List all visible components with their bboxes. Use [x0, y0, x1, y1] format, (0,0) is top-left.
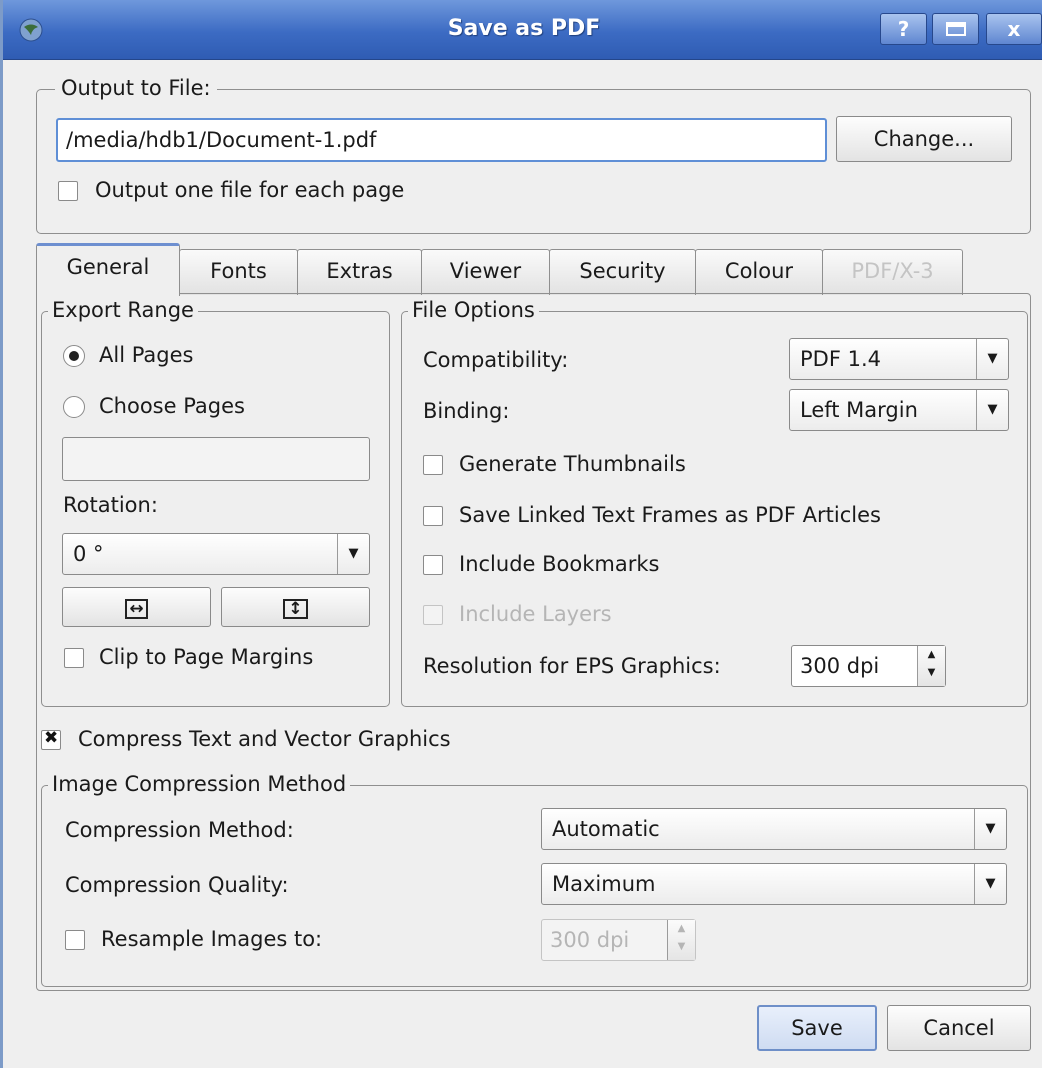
- choose-pages-label[interactable]: Choose Pages: [99, 394, 245, 418]
- chevron-down-icon: ▼: [974, 864, 1006, 904]
- maximize-button[interactable]: [932, 13, 979, 45]
- close-icon: x: [1007, 17, 1021, 41]
- chevron-down-icon: ▼: [974, 809, 1006, 849]
- tab-viewer[interactable]: Viewer: [421, 249, 550, 295]
- output-to-file-title: Output to File:: [55, 76, 217, 100]
- clip-margins-checkbox[interactable]: [64, 648, 84, 668]
- spin-arrows-icon: ▲ ▼: [667, 920, 695, 960]
- flip-vertical-button[interactable]: ↕: [221, 587, 370, 627]
- binding-select[interactable]: Left Margin ▼: [789, 389, 1009, 431]
- compress-label[interactable]: Compress Text and Vector Graphics: [78, 727, 451, 751]
- resample-checkbox[interactable]: [65, 930, 85, 950]
- all-pages-label[interactable]: All Pages: [99, 343, 194, 367]
- help-icon: ?: [897, 17, 910, 41]
- all-pages-radio[interactable]: [63, 345, 85, 367]
- compatibility-label: Compatibility:: [423, 348, 569, 372]
- flip-horizontal-icon: ↔: [125, 599, 148, 619]
- change-button[interactable]: Change...: [836, 116, 1012, 162]
- bookmarks-label[interactable]: Include Bookmarks: [459, 552, 659, 576]
- compression-quality-label: Compression Quality:: [65, 873, 289, 897]
- resample-label[interactable]: Resample Images to:: [101, 927, 322, 951]
- tab-extras[interactable]: Extras: [297, 249, 422, 295]
- clip-margins-label[interactable]: Clip to Page Margins: [99, 645, 313, 669]
- close-button[interactable]: x: [986, 13, 1042, 45]
- tab-general[interactable]: General: [36, 243, 180, 296]
- choose-pages-radio[interactable]: [63, 396, 85, 418]
- export-range-title: Export Range: [48, 298, 198, 322]
- cancel-button[interactable]: Cancel: [887, 1005, 1031, 1051]
- maximize-icon: [945, 22, 966, 36]
- tab-colour[interactable]: Colour: [695, 249, 823, 295]
- eps-resolution-spinbox[interactable]: 300 dpi ▲ ▼: [791, 645, 946, 687]
- compression-method-select[interactable]: Automatic ▼: [541, 808, 1007, 850]
- chevron-down-icon: ▼: [976, 339, 1008, 379]
- chevron-down-icon: ▼: [976, 390, 1008, 430]
- title-bar[interactable]: Save as PDF ? x: [3, 0, 1042, 60]
- bookmarks-checkbox[interactable]: [423, 555, 443, 575]
- rotation-label: Rotation:: [63, 493, 158, 517]
- resample-spinbox: 300 dpi ▲ ▼: [541, 919, 696, 961]
- rotation-select[interactable]: 0 ° ▼: [62, 533, 370, 575]
- output-one-file-label[interactable]: Output one file for each page: [95, 178, 404, 202]
- compression-quality-select[interactable]: Maximum ▼: [541, 863, 1007, 905]
- thumbnails-label[interactable]: Generate Thumbnails: [459, 452, 686, 476]
- linked-frames-checkbox[interactable]: [423, 506, 443, 526]
- thumbnails-checkbox[interactable]: [423, 455, 443, 475]
- layers-label: Include Layers: [459, 602, 612, 626]
- spin-arrows-icon[interactable]: ▲ ▼: [917, 646, 945, 686]
- binding-label: Binding:: [423, 399, 510, 423]
- image-compression-title: Image Compression Method: [48, 772, 351, 796]
- tab-fonts[interactable]: Fonts: [179, 249, 298, 295]
- tab-security[interactable]: Security: [549, 249, 696, 295]
- compatibility-select[interactable]: PDF 1.4 ▼: [789, 338, 1009, 380]
- save-button[interactable]: Save: [757, 1005, 877, 1051]
- eps-resolution-label: Resolution for EPS Graphics:: [423, 654, 721, 678]
- flip-horizontal-button[interactable]: ↔: [62, 587, 211, 627]
- file-options-title: File Options: [408, 298, 539, 322]
- layers-checkbox: [423, 605, 443, 625]
- compress-checkbox[interactable]: [41, 728, 61, 750]
- pages-input[interactable]: [62, 437, 370, 481]
- chevron-down-icon: ▼: [337, 534, 369, 574]
- flip-vertical-icon: ↕: [283, 599, 308, 619]
- compression-method-label: Compression Method:: [65, 818, 294, 842]
- save-as-pdf-dialog: Save as PDF ? x Output to File: /media/h…: [0, 0, 1042, 1068]
- output-one-file-checkbox[interactable]: [58, 181, 78, 201]
- tab-pdfx3: PDF/X-3: [822, 249, 963, 295]
- output-file-path-input[interactable]: /media/hdb1/Document-1.pdf: [56, 118, 827, 162]
- help-button[interactable]: ?: [880, 13, 927, 45]
- linked-frames-label[interactable]: Save Linked Text Frames as PDF Articles: [459, 503, 881, 527]
